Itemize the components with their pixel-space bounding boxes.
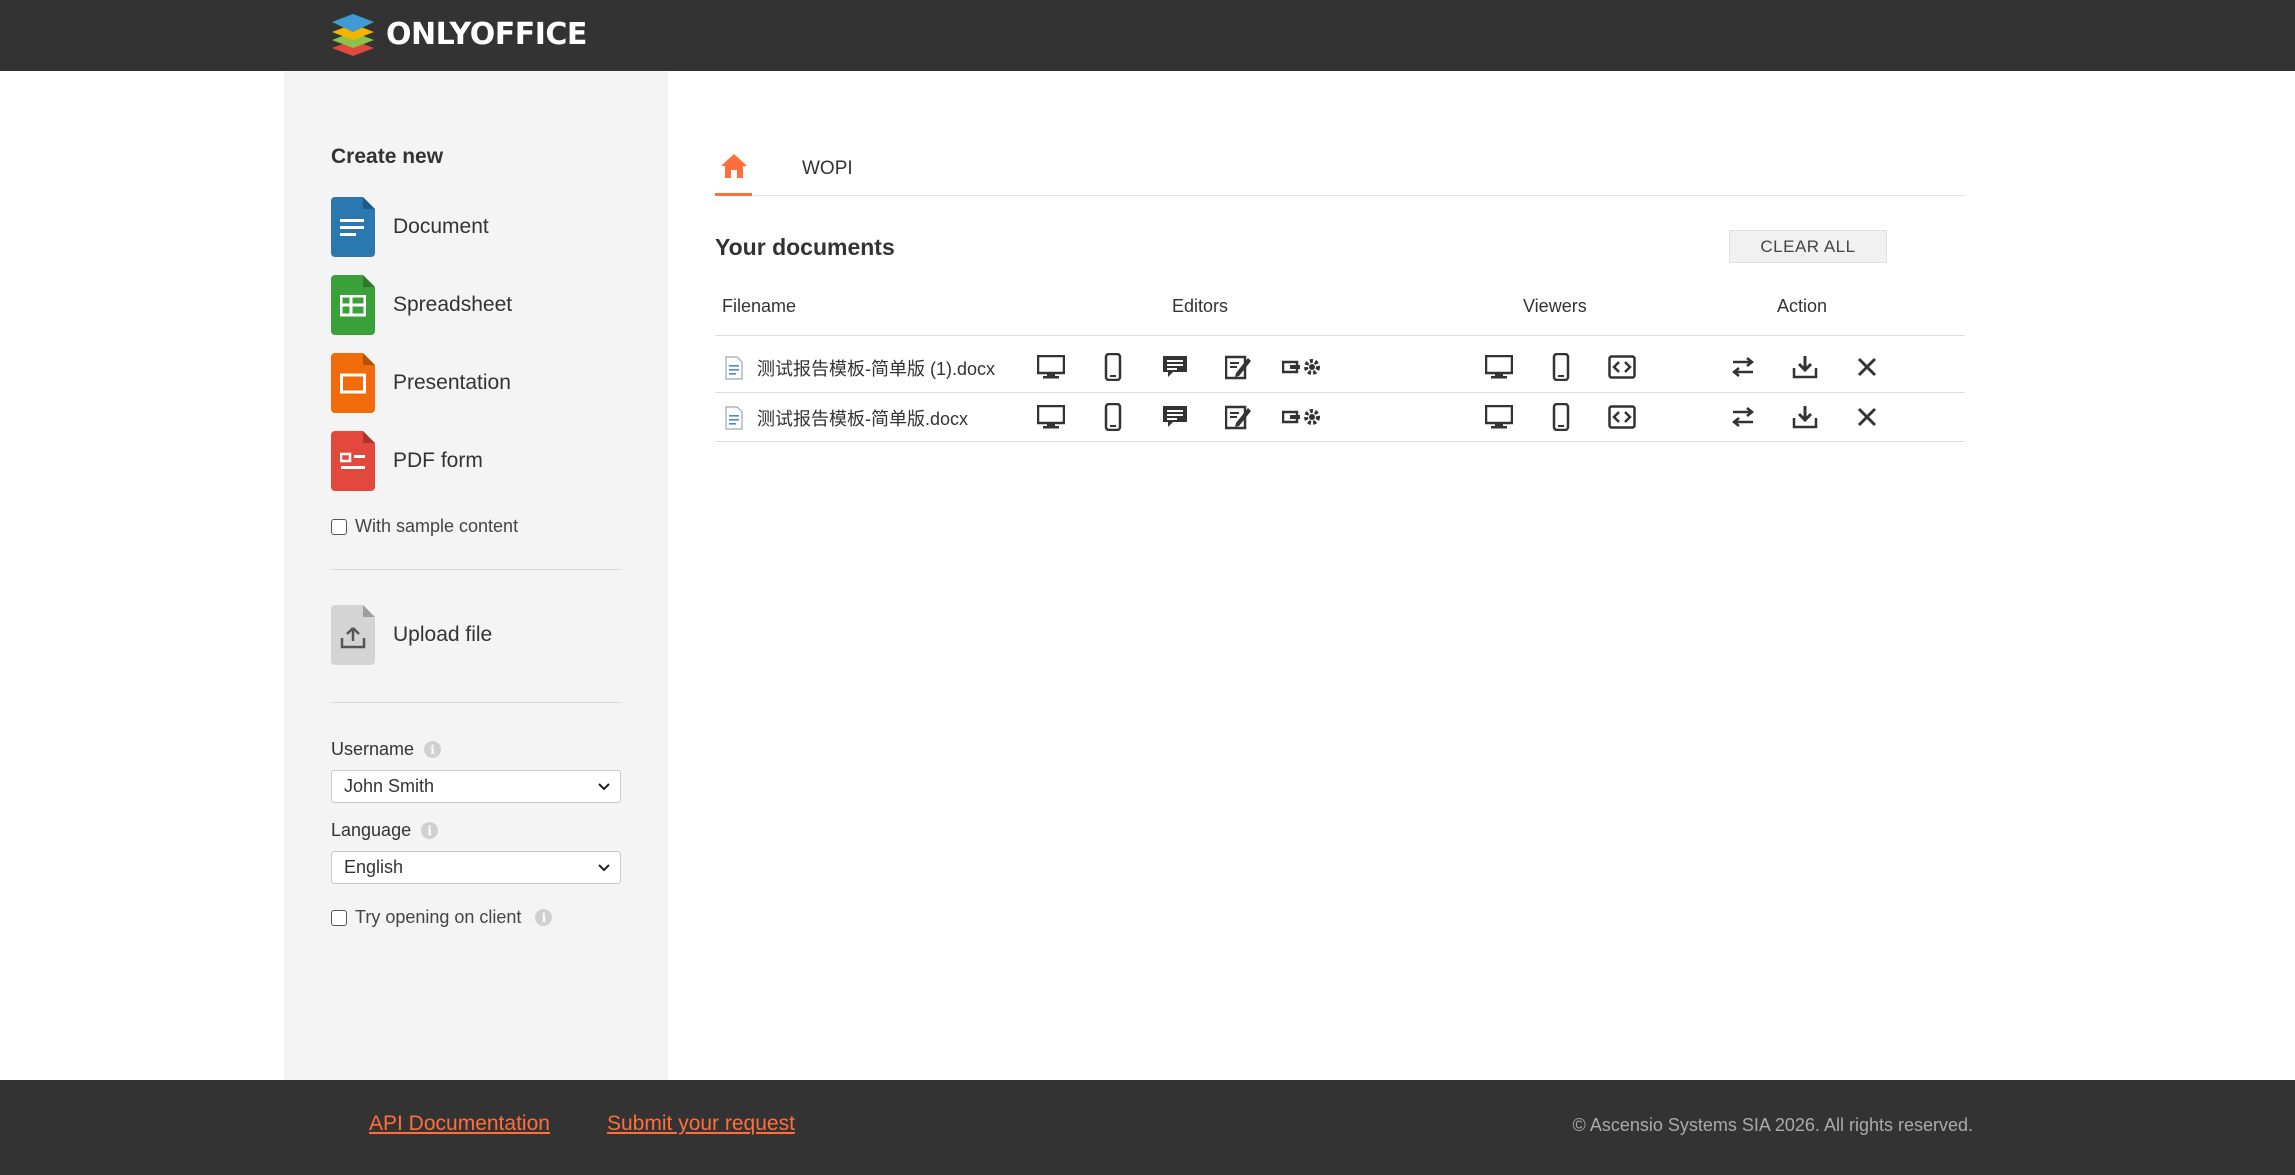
table-divider xyxy=(715,441,1965,442)
footer: API Documentation Submit your request © … xyxy=(0,1080,2295,1175)
view-desktop-icon[interactable] xyxy=(1481,399,1517,435)
try-opening-on-client-row[interactable]: Try opening on client i xyxy=(331,907,553,928)
view-embedded-icon[interactable] xyxy=(1604,399,1640,435)
view-mobile-icon[interactable] xyxy=(1543,399,1579,435)
sidebar-divider xyxy=(331,702,621,703)
download-icon[interactable] xyxy=(1787,349,1823,385)
try-opening-on-client-label: Try opening on client xyxy=(355,907,522,927)
presentation-icon xyxy=(331,353,375,413)
username-value: John Smith xyxy=(344,776,435,796)
column-header-filename: Filename xyxy=(722,296,797,316)
open-mobile-editor-icon[interactable] xyxy=(1095,349,1131,385)
convert-icon[interactable] xyxy=(1725,399,1761,435)
username-select[interactable]: John Smith xyxy=(331,770,621,803)
open-review-mode-icon[interactable] xyxy=(1220,349,1256,385)
pdf-form-icon xyxy=(331,431,375,491)
chevron-down-icon xyxy=(598,783,610,791)
info-icon[interactable]: i xyxy=(535,909,553,926)
home-icon xyxy=(720,154,747,178)
api-documentation-link[interactable]: API Documentation xyxy=(369,1112,550,1136)
create-presentation-label: Presentation xyxy=(393,371,511,394)
create-presentation-button[interactable]: Presentation xyxy=(331,353,511,413)
view-mobile-icon[interactable] xyxy=(1543,349,1579,385)
your-documents-title: Your documents xyxy=(715,234,895,260)
column-header-editors: Editors xyxy=(1172,296,1229,316)
tab-wopi[interactable]: WOPI xyxy=(802,158,853,180)
create-document-button[interactable]: Document xyxy=(331,197,489,257)
username-label: Username i xyxy=(331,739,442,760)
upload-icon xyxy=(331,605,375,665)
clear-all-button[interactable]: CLEAR ALL xyxy=(1729,230,1887,263)
submit-request-link[interactable]: Submit your request xyxy=(607,1112,795,1136)
open-fill-form-settings-icon[interactable] xyxy=(1280,349,1324,385)
file-name-link[interactable]: 测试报告模板-简单版.docx xyxy=(757,405,968,431)
table-row: 测试报告模板-简单版.docx xyxy=(715,393,1965,442)
tab-home[interactable] xyxy=(715,146,752,196)
info-icon[interactable]: i xyxy=(421,822,439,839)
view-embedded-icon[interactable] xyxy=(1604,349,1640,385)
with-sample-content-row[interactable]: With sample content xyxy=(331,516,518,537)
copyright-text: © Ascensio Systems SIA 2026. All rights … xyxy=(1572,1115,1973,1135)
open-review-mode-icon[interactable] xyxy=(1220,399,1256,435)
language-select[interactable]: English xyxy=(331,851,621,884)
logo-text: ONLYOFFICE xyxy=(386,16,587,52)
docx-file-icon xyxy=(725,405,743,430)
top-bar: ONLYOFFICE xyxy=(0,0,2295,71)
language-value: English xyxy=(344,857,404,877)
onlyoffice-logo[interactable]: ONLYOFFICE xyxy=(330,12,587,56)
create-pdf-form-label: PDF form xyxy=(393,449,483,472)
open-comment-mode-icon[interactable] xyxy=(1157,399,1193,435)
docx-file-icon xyxy=(725,355,743,380)
column-header-viewers: Viewers xyxy=(1523,296,1587,316)
info-icon[interactable]: i xyxy=(424,741,442,758)
chevron-down-icon xyxy=(598,864,610,872)
upload-file-button[interactable]: Upload file xyxy=(331,605,492,665)
sidebar-divider xyxy=(331,569,621,570)
create-document-label: Document xyxy=(393,215,489,238)
tab-bar: WOPI xyxy=(715,146,1965,196)
view-desktop-icon[interactable] xyxy=(1481,349,1517,385)
language-label-text: Language xyxy=(331,820,412,840)
upload-file-label: Upload file xyxy=(393,623,493,646)
onlyoffice-logo-icon xyxy=(332,14,374,56)
create-spreadsheet-button[interactable]: Spreadsheet xyxy=(331,275,512,335)
document-icon xyxy=(331,197,375,257)
download-icon[interactable] xyxy=(1787,399,1823,435)
file-name-link[interactable]: 测试报告模板-简单版 (1).docx xyxy=(757,355,995,381)
delete-icon[interactable] xyxy=(1849,349,1885,385)
file-name-cell[interactable]: 测试报告模板-简单版 (1).docx xyxy=(725,343,995,392)
open-comment-mode-icon[interactable] xyxy=(1157,349,1193,385)
open-desktop-editor-icon[interactable] xyxy=(1033,399,1069,435)
open-mobile-editor-icon[interactable] xyxy=(1095,399,1131,435)
column-header-action: Action xyxy=(1777,296,1828,316)
create-pdf-form-button[interactable]: PDF form xyxy=(331,431,483,491)
create-new-title: Create new xyxy=(331,145,444,168)
file-name-cell[interactable]: 测试报告模板-简单版.docx xyxy=(725,393,968,442)
with-sample-content-checkbox[interactable] xyxy=(331,518,347,535)
open-desktop-editor-icon[interactable] xyxy=(1033,349,1069,385)
create-spreadsheet-label: Spreadsheet xyxy=(393,293,513,316)
language-label: Language i xyxy=(331,820,439,841)
delete-icon[interactable] xyxy=(1849,399,1885,435)
table-row: 测试报告模板-简单版 (1).docx xyxy=(715,343,1965,392)
sidebar: Create new Document Spreadsheet Presenta… xyxy=(284,71,668,1080)
open-fill-form-settings-icon[interactable] xyxy=(1280,399,1324,435)
with-sample-content-label: With sample content xyxy=(355,516,519,536)
convert-icon[interactable] xyxy=(1725,349,1761,385)
try-opening-on-client-checkbox[interactable] xyxy=(331,909,347,926)
table-divider xyxy=(715,335,1965,336)
spreadsheet-icon xyxy=(331,275,375,335)
username-label-text: Username xyxy=(331,739,415,759)
